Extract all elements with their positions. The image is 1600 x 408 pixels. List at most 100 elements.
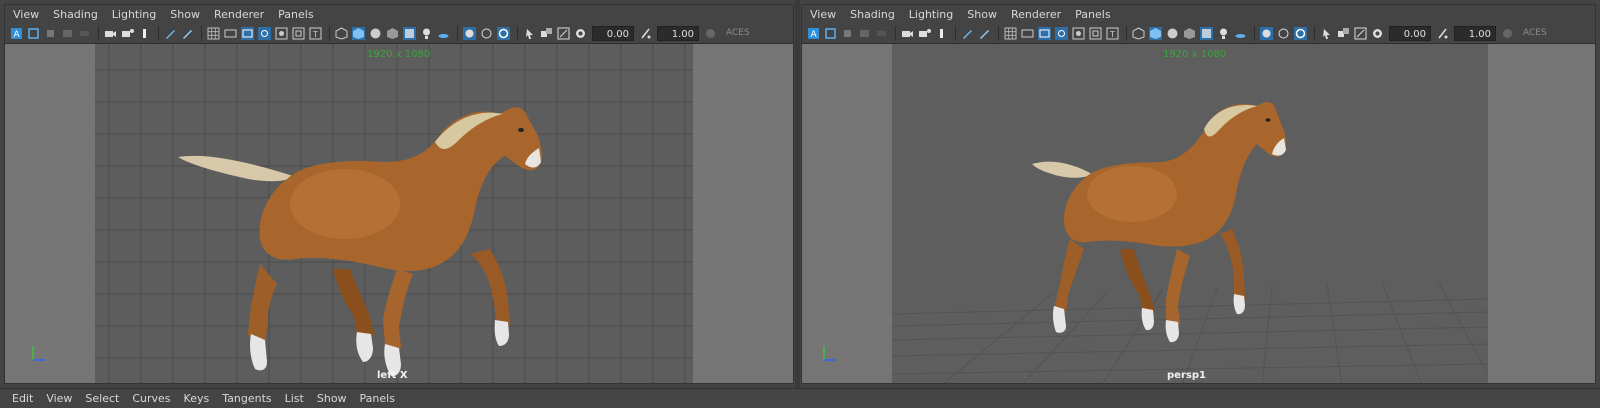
wireframe-on-shaded-icon[interactable] xyxy=(368,26,383,41)
textured-icon[interactable] xyxy=(1182,26,1197,41)
gamma-field[interactable]: 1.00 xyxy=(657,25,699,41)
menu-panels[interactable]: Panels xyxy=(360,392,395,405)
menu-lighting[interactable]: Lighting xyxy=(909,8,953,21)
grid-icon[interactable] xyxy=(206,26,221,41)
frame-all-icon[interactable] xyxy=(539,26,554,41)
bookmark-flag-icon[interactable] xyxy=(137,26,152,41)
wireframe-on-shaded-icon[interactable] xyxy=(1165,26,1180,41)
bookmark-icon[interactable] xyxy=(840,26,855,41)
viewport-canvas[interactable] xyxy=(5,44,794,384)
film-camera-icon[interactable] xyxy=(900,26,915,41)
camera-attributes-icon[interactable] xyxy=(26,26,41,41)
smooth-shade-icon[interactable] xyxy=(1148,26,1163,41)
lights-icon[interactable] xyxy=(419,26,434,41)
menu-panels[interactable]: Panels xyxy=(1075,8,1110,21)
colorspace-icon[interactable] xyxy=(703,26,718,41)
camera-select-icon[interactable]: A xyxy=(9,26,24,41)
viewport-panel-right[interactable]: View Shading Lighting Show Renderer Pane… xyxy=(801,4,1596,384)
safe-action-icon[interactable] xyxy=(291,26,306,41)
smooth-shade-icon[interactable] xyxy=(351,26,366,41)
exposure-field[interactable]: 0.00 xyxy=(1389,25,1431,41)
menu-show[interactable]: Show xyxy=(170,8,200,21)
wireframe-icon[interactable] xyxy=(1131,26,1146,41)
shadows-icon[interactable] xyxy=(1233,26,1248,41)
menu-lighting[interactable]: Lighting xyxy=(112,8,156,21)
ambient-occlusion-icon[interactable] xyxy=(1259,26,1274,41)
menu-edit[interactable]: Edit xyxy=(12,392,33,405)
menu-select[interactable]: Select xyxy=(85,392,119,405)
menu-list[interactable]: List xyxy=(285,392,304,405)
ambient-occlusion-icon[interactable] xyxy=(462,26,477,41)
image-plane-icon[interactable] xyxy=(857,26,872,41)
select-camera-icon[interactable] xyxy=(1319,26,1334,41)
gamma-field[interactable]: 1.00 xyxy=(1454,25,1496,41)
colorspace-icon[interactable] xyxy=(1500,26,1515,41)
isolate-select-icon[interactable] xyxy=(1276,26,1291,41)
camera-lock-icon[interactable] xyxy=(120,26,135,41)
lights-icon[interactable] xyxy=(1216,26,1231,41)
colorspace-label[interactable]: ACES xyxy=(1523,28,1547,38)
gate-mask-icon[interactable] xyxy=(1054,26,1069,41)
film-camera-icon[interactable] xyxy=(103,26,118,41)
exposure-icon[interactable] xyxy=(496,26,511,41)
safe-title-icon[interactable]: T xyxy=(1105,26,1120,41)
menu-view[interactable]: View xyxy=(46,392,72,405)
menu-show[interactable]: Show xyxy=(317,392,347,405)
wireframe-icon[interactable] xyxy=(334,26,349,41)
camera-view[interactable]: 1920 x 1080 left X xyxy=(5,44,793,383)
camera-attributes-icon[interactable] xyxy=(823,26,838,41)
gamma-icon[interactable] xyxy=(1370,26,1385,41)
safe-title-icon[interactable]: T xyxy=(308,26,323,41)
field-chart-icon[interactable] xyxy=(274,26,289,41)
menu-tangents[interactable]: Tangents xyxy=(222,392,271,405)
image-plane-icon[interactable] xyxy=(60,26,75,41)
menu-renderer[interactable]: Renderer xyxy=(214,8,264,21)
camera-track-icon[interactable] xyxy=(874,26,889,41)
textured-icon[interactable] xyxy=(385,26,400,41)
menu-view[interactable]: View xyxy=(810,8,836,21)
menu-shading[interactable]: Shading xyxy=(53,8,98,21)
grease-pencil-icon[interactable] xyxy=(163,26,178,41)
menu-curves[interactable]: Curves xyxy=(132,392,170,405)
menu-panels[interactable]: Panels xyxy=(278,8,313,21)
frame-all-icon[interactable] xyxy=(1336,26,1351,41)
shadows-icon[interactable] xyxy=(436,26,451,41)
isolate-select-icon[interactable] xyxy=(479,26,494,41)
gamma-toggle-icon[interactable] xyxy=(1435,26,1450,41)
pane-divider[interactable] xyxy=(795,0,800,388)
menu-shading[interactable]: Shading xyxy=(850,8,895,21)
colorspace-label[interactable]: ACES xyxy=(726,28,750,38)
frame-selection-icon[interactable] xyxy=(1353,26,1368,41)
film-gate-icon[interactable] xyxy=(223,26,238,41)
gate-mask-icon[interactable] xyxy=(257,26,272,41)
resolution-gate-icon[interactable] xyxy=(1037,26,1052,41)
pencil-icon[interactable] xyxy=(977,26,992,41)
bookmark-icon[interactable] xyxy=(43,26,58,41)
field-chart-icon[interactable] xyxy=(1071,26,1086,41)
gamma-icon[interactable] xyxy=(573,26,588,41)
camera-view[interactable]: 1920 x 1080 persp1 xyxy=(802,44,1595,383)
grease-pencil-icon[interactable] xyxy=(960,26,975,41)
frame-selection-icon[interactable] xyxy=(556,26,571,41)
menu-view[interactable]: View xyxy=(13,8,39,21)
camera-track-icon[interactable] xyxy=(77,26,92,41)
menu-show[interactable]: Show xyxy=(967,8,997,21)
viewport-canvas[interactable] xyxy=(802,44,1596,384)
bookmark-flag-icon[interactable] xyxy=(934,26,949,41)
menu-renderer[interactable]: Renderer xyxy=(1011,8,1061,21)
resolution-gate-icon[interactable] xyxy=(240,26,255,41)
xray-icon[interactable] xyxy=(1199,26,1214,41)
camera-lock-icon[interactable] xyxy=(917,26,932,41)
safe-action-icon[interactable] xyxy=(1088,26,1103,41)
pencil-icon[interactable] xyxy=(180,26,195,41)
film-gate-icon[interactable] xyxy=(1020,26,1035,41)
exposure-icon[interactable] xyxy=(1293,26,1308,41)
viewport-panel-left[interactable]: View Shading Lighting Show Renderer Pane… xyxy=(4,4,794,384)
select-camera-icon[interactable] xyxy=(522,26,537,41)
grid-icon[interactable] xyxy=(1003,26,1018,41)
gamma-toggle-icon[interactable] xyxy=(638,26,653,41)
menu-keys[interactable]: Keys xyxy=(184,392,210,405)
xray-icon[interactable] xyxy=(402,26,417,41)
exposure-field[interactable]: 0.00 xyxy=(592,25,634,41)
camera-select-icon[interactable]: A xyxy=(806,26,821,41)
